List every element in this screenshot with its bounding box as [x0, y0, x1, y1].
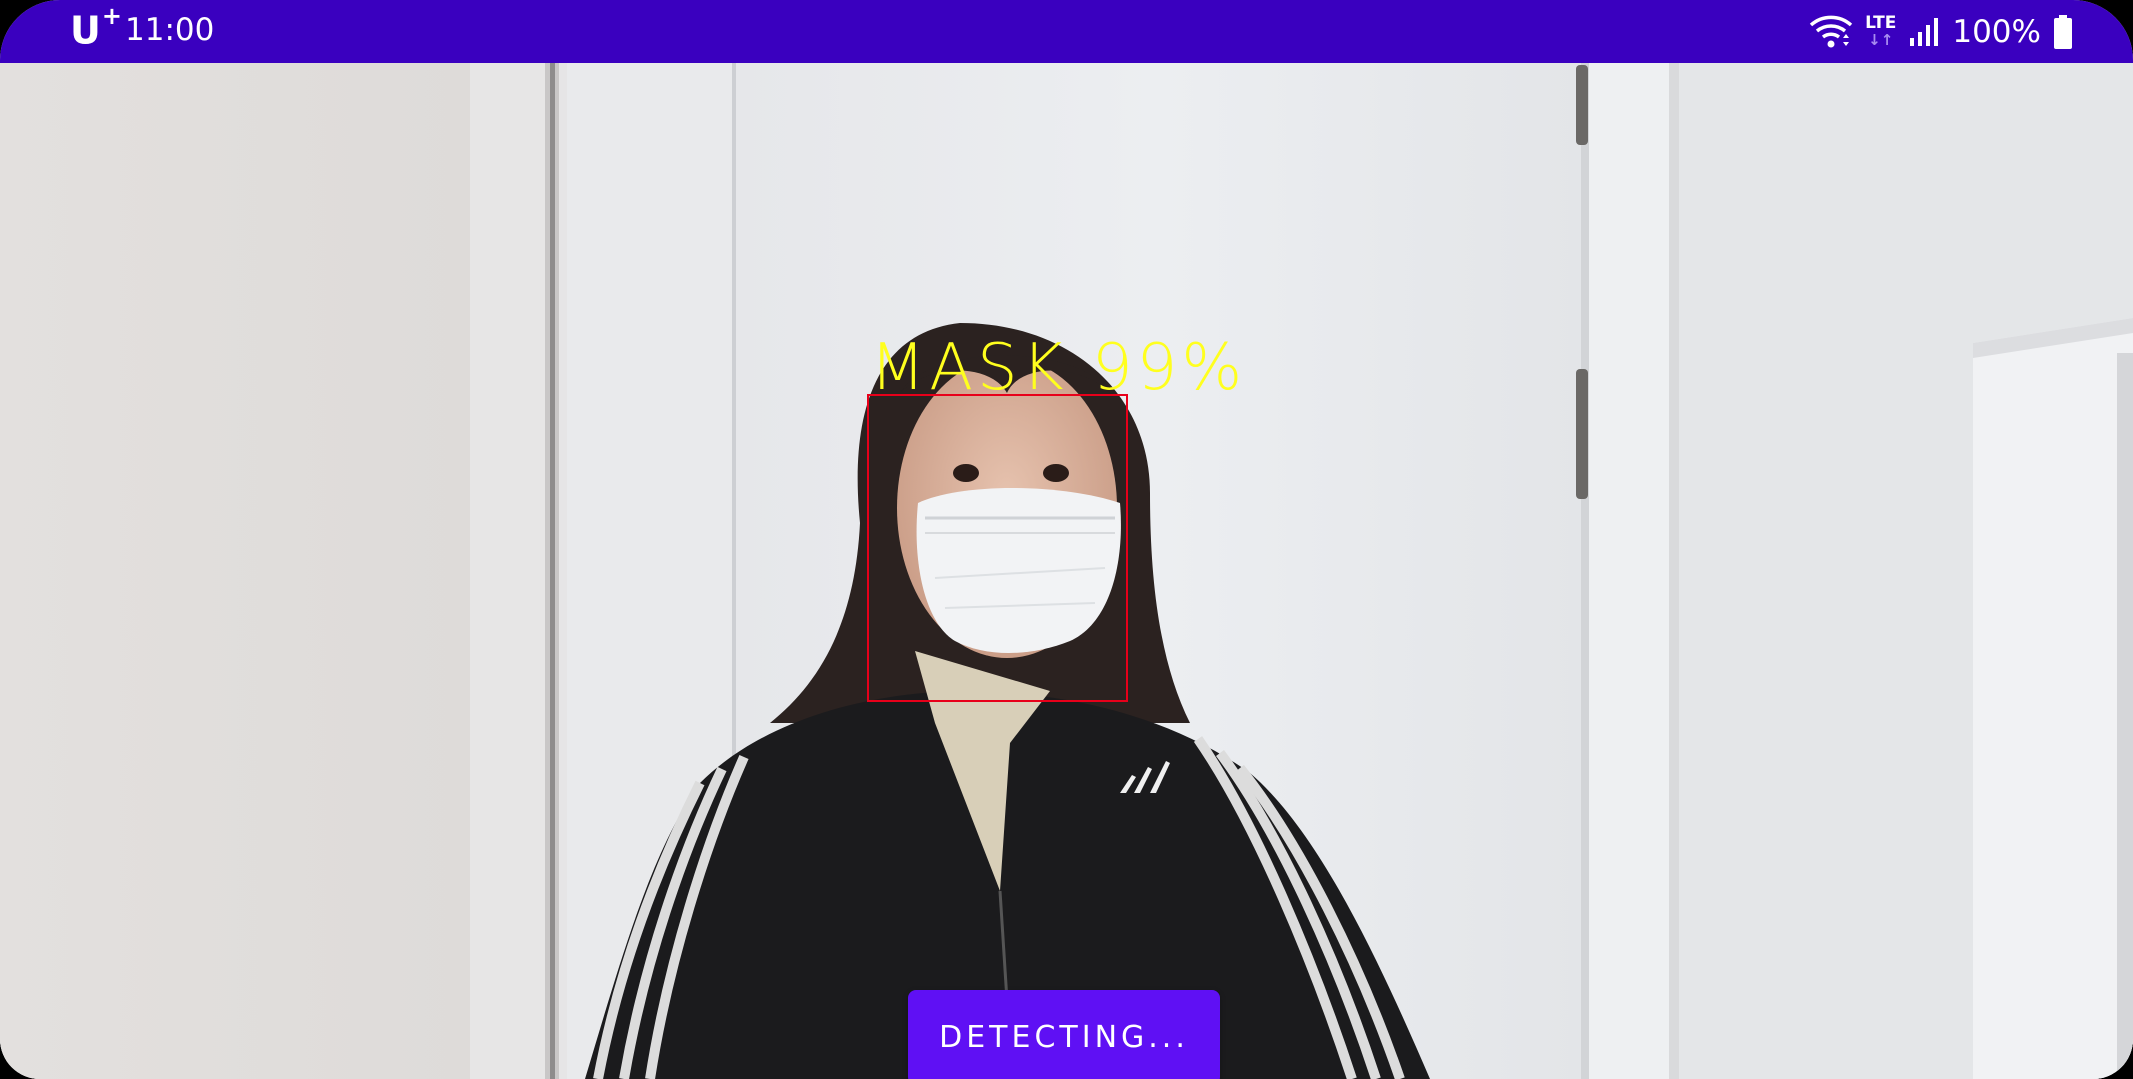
network-type: LTE ↓↑	[1865, 13, 1897, 49]
status-time: 11:00	[125, 12, 215, 48]
battery-percent: 100%	[1952, 14, 2041, 50]
cell-signal-icon	[1910, 18, 1939, 46]
carrier-logo: U+	[70, 2, 123, 53]
phone-screen: U+ 11:00 LTE ↓↑ 100% MASK 99% DETECTING.…	[0, 0, 2133, 1079]
detecting-button[interactable]: DETECTING...	[908, 990, 1220, 1079]
wifi-icon	[1809, 15, 1853, 48]
status-bar: U+ 11:00 LTE ↓↑ 100%	[0, 0, 2133, 63]
status-icons: LTE ↓↑ 100%	[1809, 10, 2073, 54]
face-bounding-box	[867, 394, 1128, 702]
battery-full-icon	[2054, 15, 2072, 49]
camera-preview: MASK 99% DETECTING...	[0, 63, 2133, 1079]
